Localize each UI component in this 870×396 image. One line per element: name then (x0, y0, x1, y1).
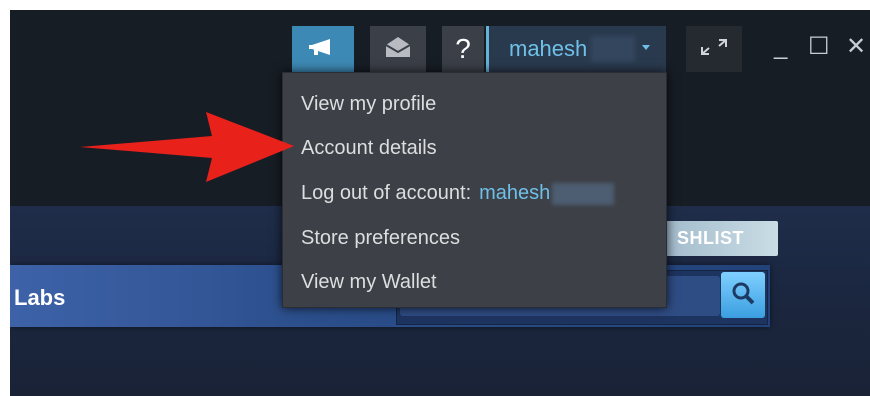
expand-icon (699, 37, 729, 62)
store-search-button[interactable] (721, 272, 765, 318)
search-icon (730, 280, 756, 311)
menu-item-label: Store preferences (301, 227, 460, 249)
menu-item-label: View my profile (301, 93, 437, 115)
menu-item-label: Account details (301, 137, 437, 159)
logout-username: mahesh (479, 182, 551, 204)
menu-item-view-profile[interactable]: View my profile (301, 84, 436, 124)
chevron-down-icon (642, 45, 650, 50)
maximize-button[interactable]: ☐ (808, 32, 830, 62)
menu-item-view-wallet[interactable]: View my Wallet (301, 262, 437, 302)
close-button[interactable]: ✕ (846, 32, 866, 62)
menu-item-account-details[interactable]: Account details (301, 128, 437, 168)
megaphone-icon (308, 37, 338, 62)
wishlist-button[interactable]: SHLIST (650, 221, 778, 256)
notifications-button[interactable] (370, 26, 426, 72)
steam-client-window: ? mahesh _ ☐ ✕ SHLIST Labs View my profi… (10, 10, 870, 396)
account-menu-button[interactable]: mahesh (486, 26, 666, 72)
envelope-icon (384, 36, 412, 63)
store-nav-labs[interactable]: Labs (14, 285, 65, 311)
help-button[interactable]: ? (442, 26, 484, 72)
help-icon: ? (455, 33, 471, 64)
account-dropdown-menu: View my profile Account details Log out … (282, 72, 667, 308)
menu-item-log-out[interactable]: Log out of account: mahesh (301, 173, 615, 213)
username-redaction (591, 36, 636, 62)
minimize-button[interactable]: _ (774, 32, 787, 62)
account-username: mahesh (509, 36, 588, 61)
menu-item-store-preferences[interactable]: Store preferences (301, 218, 460, 258)
menu-item-label: View my Wallet (301, 271, 437, 293)
announcements-button[interactable] (292, 26, 354, 72)
menu-item-label: Log out of account: (301, 182, 472, 204)
red-arrow-annotation-icon (80, 112, 294, 182)
big-picture-mode-button[interactable] (686, 26, 742, 72)
username-redaction (552, 182, 615, 205)
